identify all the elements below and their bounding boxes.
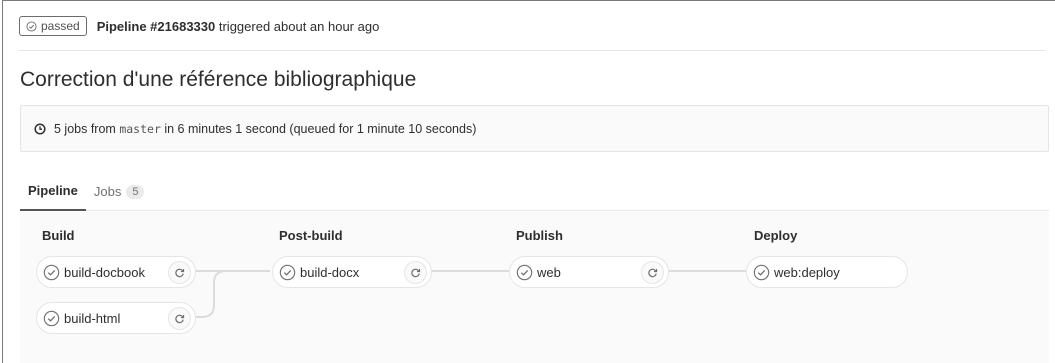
job-label: build-docx	[300, 264, 360, 280]
info-prefix: 5 jobs from	[54, 121, 116, 136]
triggered-text: triggered about an hour ago	[218, 18, 380, 34]
job-build-docbook[interactable]: build-docbook	[36, 256, 196, 288]
status-badge[interactable]: passed	[19, 16, 87, 36]
job-web-deploy[interactable]: web:deploy	[746, 256, 908, 288]
branch-name[interactable]: master	[119, 122, 161, 136]
pipeline-info-box: 5 jobs from master in 6 minutes 1 second…	[20, 105, 1049, 152]
success-icon	[43, 264, 60, 280]
pipeline-summary: Pipeline #21683330 triggered about an ho…	[97, 19, 380, 34]
info-text: 5 jobs from master in 6 minutes 1 second…	[54, 122, 476, 136]
tab-jobs-label: Jobs	[93, 184, 122, 199]
pipeline-graph: Build Post-build Publish Deploy build-do…	[20, 212, 1049, 363]
job-label: build-docbook	[64, 264, 145, 280]
success-icon	[43, 310, 60, 326]
tab-pipeline-label: Pipeline	[28, 183, 78, 198]
success-icon	[279, 264, 296, 280]
retry-icon	[175, 268, 185, 278]
job-label: web:deploy	[774, 264, 840, 280]
status-passed-icon	[26, 20, 37, 32]
pipeline-id: Pipeline #21683330	[96, 18, 216, 34]
stage-post-build-title: Post-build	[279, 228, 343, 243]
success-icon	[516, 264, 533, 280]
stage-publish-title: Publish	[516, 228, 563, 243]
tab-pipeline[interactable]: Pipeline	[20, 172, 86, 211]
retry-button[interactable]	[641, 261, 664, 284]
stage-build-title: Build	[42, 228, 75, 243]
pipeline-tabs: Pipeline Jobs 5	[20, 172, 1049, 211]
retry-icon	[648, 268, 658, 278]
page-title: Correction d'une référence bibliographiq…	[20, 68, 417, 91]
retry-button[interactable]	[168, 307, 191, 330]
job-web[interactable]: web	[509, 256, 669, 288]
stage-deploy-title: Deploy	[754, 228, 798, 243]
job-label: web	[537, 264, 561, 280]
retry-icon	[411, 268, 421, 278]
retry-button[interactable]	[168, 261, 191, 284]
info-suffix: in 6 minutes 1 second (queued for 1 minu…	[164, 121, 477, 136]
clock-icon	[34, 122, 46, 135]
job-label: build-html	[64, 310, 121, 326]
retry-icon	[175, 314, 185, 324]
jobs-count-badge: 5	[126, 184, 145, 199]
job-build-docx[interactable]: build-docx	[272, 256, 432, 288]
retry-button[interactable]	[404, 261, 427, 284]
success-icon	[753, 264, 770, 280]
window-frame: passed Pipeline #21683330 triggered abou…	[2, 0, 1055, 363]
pipeline-header: passed Pipeline #21683330 triggered abou…	[19, 1, 1045, 51]
tab-jobs[interactable]: Jobs 5	[86, 172, 153, 211]
status-label: passed	[41, 19, 80, 33]
job-build-html[interactable]: build-html	[36, 302, 196, 334]
